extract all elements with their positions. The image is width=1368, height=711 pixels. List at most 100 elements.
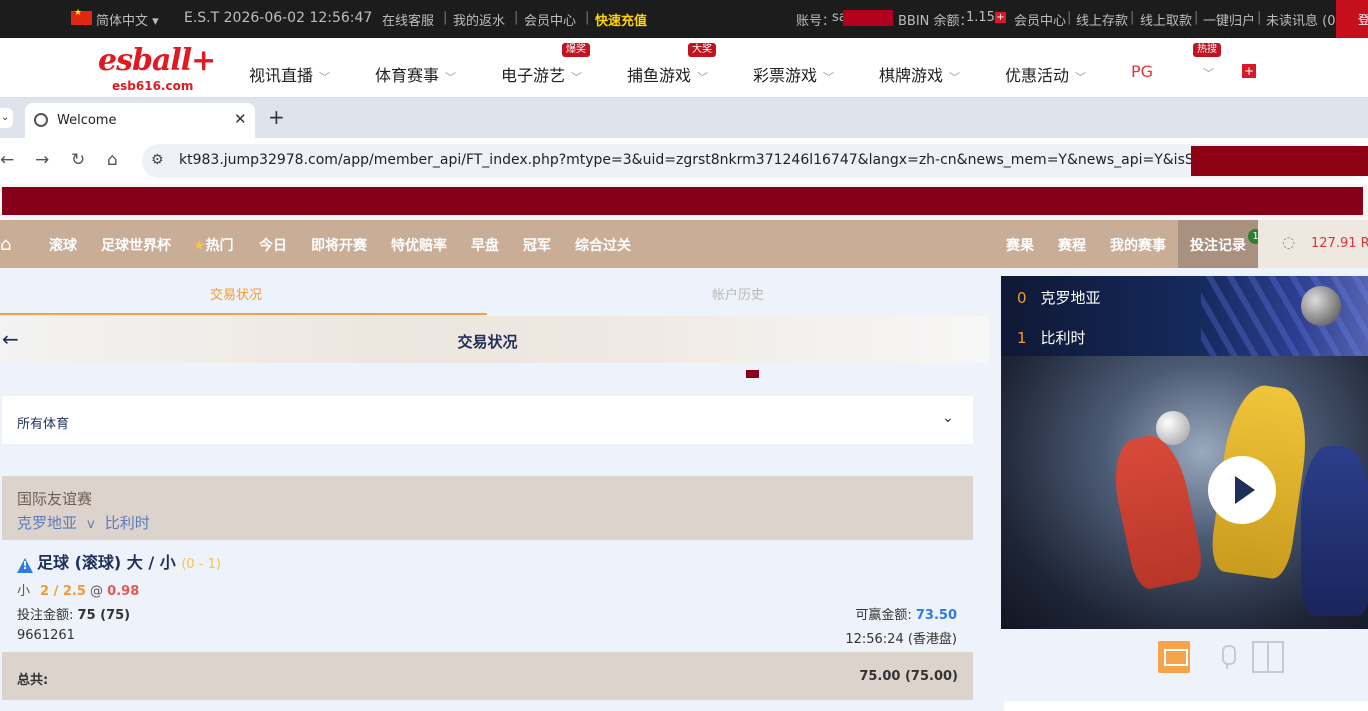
url-field[interactable]: ⚙ kt983.jump32978.com/app/member_api/FT_… <box>142 144 1368 178</box>
live-scoreboard: 0 克罗地亚 1 比利时 <box>1001 276 1368 356</box>
logout-button-edge[interactable]: 登 <box>1336 0 1368 38</box>
link-withdraw[interactable]: 线上取款 <box>1140 10 1192 29</box>
mic-icon[interactable] <box>1211 641 1243 673</box>
player-figure <box>1301 446 1368 616</box>
divider: | <box>514 10 519 25</box>
menu-in-play[interactable]: 滚球 <box>49 235 77 255</box>
tab-search-icon[interactable]: ⌄ <box>0 108 13 128</box>
match-teams: 克罗地亚 v 比利时 <box>17 512 150 533</box>
balance-box: ◌ 127.91 R <box>1258 220 1368 268</box>
site-nav: esball+ esb616.com 视讯直播 ﹀ 体育赛事 ﹀ 电子游艺 ﹀ 爆奖 … <box>0 38 1368 98</box>
back-icon[interactable]: ← <box>0 150 14 170</box>
globe-icon <box>34 113 48 127</box>
nav-live-video[interactable]: 视讯直播 ﹀ <box>249 62 330 86</box>
menu-early[interactable]: 早盘 <box>471 235 499 255</box>
link-member-center[interactable]: 会员中心 <box>524 10 576 29</box>
add-balance-icon[interactable]: + <box>995 12 1006 23</box>
link-one-click-transfer[interactable]: 一键归户 <box>1203 10 1255 29</box>
total-value: 75.00 (75.00) <box>859 669 958 684</box>
at-symbol: @ <box>90 584 104 599</box>
stake-label: 投注金额: <box>17 608 74 623</box>
menu-world-cup[interactable]: 足球世界杯 <box>101 235 171 255</box>
nav-promotions[interactable]: 优惠活动 ﹀ <box>1005 62 1086 86</box>
jackpot-badge: 大奖 <box>688 43 716 57</box>
link-unread-messages[interactable]: 未读讯息 (0) <box>1266 10 1341 29</box>
site-settings-icon[interactable]: ⚙ <box>151 152 164 168</box>
home-browser-icon[interactable]: ⌂ <box>107 150 118 170</box>
link-my-rebate[interactable]: 我的返水 <box>453 10 505 29</box>
tab-account-history[interactable]: 帐户历史 <box>688 284 788 303</box>
menu-parlay[interactable]: 综合过关 <box>575 235 631 255</box>
balance-amount: 127.91 R <box>1311 236 1368 251</box>
handicap-value: 2 / 2.5 <box>40 584 86 599</box>
chevron-down-icon: ﹀ <box>1075 71 1087 84</box>
link-member-center-right[interactable]: 会员中心 <box>1014 10 1066 29</box>
menu-bet-records[interactable]: 投注记录 1 <box>1178 220 1263 268</box>
live-score: (0 - 1) <box>181 557 221 572</box>
reload-icon[interactable]: ↻ <box>71 150 85 170</box>
video-player[interactable] <box>1001 356 1368 629</box>
home-icon[interactable]: ⌂ <box>0 234 11 255</box>
panel-bottom <box>1004 701 1368 711</box>
tv-icon[interactable] <box>1158 641 1190 673</box>
eye-off-icon[interactable]: ◌ <box>1282 233 1295 251</box>
tab-transaction-status[interactable]: 交易状况 <box>186 284 286 303</box>
chevron-down-icon: ﹀ <box>1203 67 1215 80</box>
away-score-line: 1 比利时 <box>1017 327 1086 348</box>
plus-icon[interactable]: + <box>1242 64 1256 78</box>
divider: | <box>1130 10 1135 25</box>
home-team: 克罗地亚 <box>17 514 78 532</box>
tab-title: Welcome <box>57 113 117 128</box>
football-image <box>1156 411 1190 445</box>
menu-my-events[interactable]: 我的赛事 <box>1110 235 1166 255</box>
language-selector[interactable]: 简体中文 ▾ <box>96 10 159 29</box>
chevron-down-icon: ﹀ <box>697 71 709 84</box>
play-icon[interactable] <box>1208 456 1276 524</box>
sports-menu-bar: ⌂ 滚球 足球世界杯 ★热门 今日 即将开赛 特优赔率 早盘 冠军 综合过关 赛… <box>0 220 1368 268</box>
menu-outright[interactable]: 冠军 <box>523 235 551 255</box>
nav-pg[interactable]: PG ﹀ <box>1131 62 1214 81</box>
field-icon[interactable] <box>1252 641 1284 673</box>
bet-total-row: 总共: 75.00 (75.00) <box>2 652 973 700</box>
away-score: 1 <box>1017 329 1027 347</box>
bbin-label: BBIN 余额： <box>898 14 973 29</box>
nav-label: 视讯直播 <box>249 66 314 85</box>
nav-slots[interactable]: 电子游艺 ﹀ <box>501 62 582 86</box>
nav-fishing[interactable]: 捕鱼游戏 ﹀ <box>627 62 708 86</box>
active-tab-underline <box>0 313 487 315</box>
redacted-banner <box>0 184 1368 220</box>
menu-best-odds[interactable]: 特优赔率 <box>391 235 447 255</box>
stake-row: 投注金额: 75 (75) 可赢金额: 73.50 <box>17 604 957 623</box>
league-name: 国际友谊赛 <box>17 490 93 508</box>
url-text: kt983.jump32978.com/app/member_api/FT_in… <box>179 152 1231 168</box>
nav-lottery[interactable]: 彩票游戏 ﹀ <box>753 62 834 86</box>
hot-badge: 爆奖 <box>562 43 590 57</box>
home-team-name: 克罗地亚 <box>1040 289 1101 307</box>
link-deposit[interactable]: 线上存款 <box>1076 10 1128 29</box>
close-icon[interactable]: ✕ <box>234 110 247 128</box>
menu-upcoming[interactable]: 即将开赛 <box>311 235 367 255</box>
star-icon: ★ <box>193 238 206 254</box>
divider: | <box>1067 10 1072 25</box>
away-team-name: 比利时 <box>1040 329 1086 347</box>
browser-tab[interactable]: Welcome ✕ <box>25 103 255 138</box>
quick-recharge-link[interactable]: 快速充值 <box>595 10 647 29</box>
menu-results[interactable]: 赛果 <box>1006 235 1034 255</box>
bet-card-header: 国际友谊赛 克罗地亚 v 比利时 <box>2 476 973 540</box>
menu-hot[interactable]: ★热门 <box>193 235 234 255</box>
esball-logo[interactable]: esball+ esb616.com <box>98 44 216 94</box>
win-label: 可赢金额: <box>855 608 912 623</box>
language-label: 简体中文 <box>96 14 149 29</box>
menu-schedule[interactable]: 赛程 <box>1058 235 1086 255</box>
china-flag-icon[interactable] <box>71 8 92 25</box>
bet-card: 国际友谊赛 克罗地亚 v 比利时 ! 足球 (滚球) 大 / 小 (0 - 1) 小2… <box>2 476 973 700</box>
chevron-down-icon: ⌄ <box>942 410 954 426</box>
link-online-service[interactable]: 在线客服 <box>382 10 434 29</box>
nav-sports[interactable]: 体育赛事 ﹀ <box>375 62 456 86</box>
menu-today[interactable]: 今日 <box>259 235 287 255</box>
forward-icon[interactable]: → <box>35 150 49 170</box>
trending-badge: 热搜 <box>1193 43 1221 57</box>
sport-filter-select[interactable]: 所有体育 ⌄ <box>2 396 973 444</box>
new-tab-icon[interactable]: + <box>268 105 285 129</box>
nav-card-games[interactable]: 棋牌游戏 ﹀ <box>879 62 960 86</box>
